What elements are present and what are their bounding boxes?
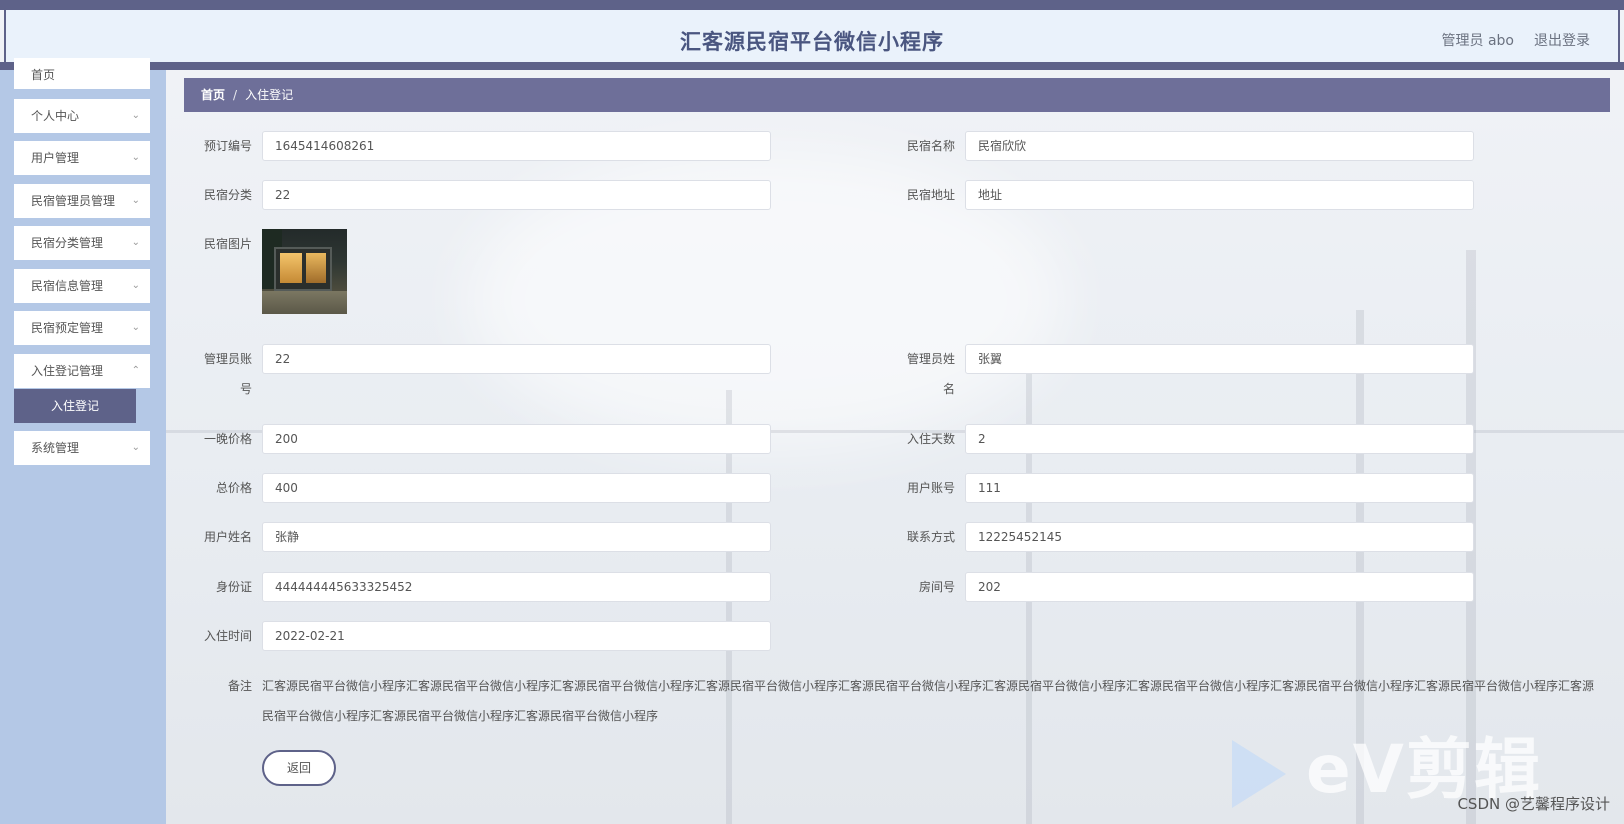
breadcrumb: 首页 / 入住登记 bbox=[184, 78, 1610, 112]
admin-name-label: 管理员姓 名 bbox=[885, 344, 955, 404]
admin-name-label-line2: 名 bbox=[942, 382, 955, 396]
sidebar-item-category-management[interactable]: 民宿分类管理 ⌄ bbox=[14, 226, 150, 260]
sidebar-item-home[interactable]: 首页 bbox=[14, 58, 150, 89]
chevron-down-icon: ⌄ bbox=[131, 152, 140, 163]
sidebar-item-label: 民宿分类管理 bbox=[31, 236, 104, 250]
order-no-label: 预订编号 bbox=[203, 139, 252, 153]
csdn-watermark: CSDN @艺馨程序设计 bbox=[1457, 795, 1610, 813]
homestay-image bbox=[262, 229, 347, 314]
checkin-time-field[interactable]: 2022-02-21 bbox=[262, 621, 771, 651]
room-no-label: 房间号 bbox=[918, 580, 955, 594]
admin-account-field[interactable]: 22 bbox=[262, 344, 771, 374]
total-price-field[interactable]: 400 bbox=[262, 473, 771, 503]
homestay-name-field[interactable]: 民宿欣欣 bbox=[965, 131, 1474, 161]
sidebar-item-personal-center[interactable]: 个人中心 ⌄ bbox=[14, 99, 150, 133]
category-field[interactable]: 22 bbox=[262, 180, 771, 210]
sidebar-subitem-checkin[interactable]: 入住登记 bbox=[14, 389, 136, 423]
app-header: 汇客源民宿平台微信小程序 管理员 abo 退出登录 bbox=[4, 8, 1620, 68]
sidebar-item-label: 民宿管理员管理 bbox=[31, 194, 116, 208]
checkin-time-label: 入住时间 bbox=[203, 629, 252, 643]
contact-field[interactable]: 12225452145 bbox=[965, 522, 1474, 552]
sidebar-item-label: 民宿信息管理 bbox=[31, 279, 104, 293]
user-name-label: 用户姓名 bbox=[203, 530, 252, 544]
night-price-field[interactable]: 200 bbox=[262, 424, 771, 454]
user-account-field[interactable]: 111 bbox=[965, 473, 1474, 503]
contact-label: 联系方式 bbox=[906, 530, 955, 544]
admin-account-label-line1: 管理员账 bbox=[203, 352, 252, 366]
sidebar-item-system-management[interactable]: 系统管理 ⌄ bbox=[14, 431, 150, 465]
chevron-up-icon: ⌃ bbox=[131, 365, 140, 376]
sidebar-item-label: 民宿预定管理 bbox=[31, 321, 104, 335]
address-field[interactable]: 地址 bbox=[965, 180, 1474, 210]
app-title: 汇客源民宿平台微信小程序 bbox=[680, 30, 944, 54]
header-bottom-edge bbox=[0, 62, 1624, 70]
sidebar-item-user-management[interactable]: 用户管理 ⌄ bbox=[14, 141, 150, 175]
total-price-label: 总价格 bbox=[215, 481, 252, 495]
admin-account-label-line2: 号 bbox=[239, 382, 252, 396]
chevron-down-icon: ⌄ bbox=[131, 442, 140, 453]
user-account-label: 用户账号 bbox=[906, 481, 955, 495]
id-card-label: 身份证 bbox=[215, 580, 252, 594]
sidebar-item-booking-management[interactable]: 民宿预定管理 ⌄ bbox=[14, 311, 150, 345]
breadcrumb-current: 入住登记 bbox=[245, 88, 294, 102]
remark-label: 备注 bbox=[227, 679, 252, 693]
user-name-field[interactable]: 张静 bbox=[262, 522, 771, 552]
current-user: 管理员 abo bbox=[1441, 33, 1514, 49]
image-label: 民宿图片 bbox=[203, 237, 252, 251]
breadcrumb-home[interactable]: 首页 bbox=[201, 88, 225, 102]
back-button[interactable]: 返回 bbox=[262, 750, 336, 786]
chevron-down-icon: ⌄ bbox=[131, 322, 140, 333]
order-no-field[interactable]: 1645414608261 bbox=[262, 131, 771, 161]
days-field[interactable]: 2 bbox=[965, 424, 1474, 454]
id-card-field[interactable]: 444444445633325452 bbox=[262, 572, 771, 602]
sidebar-item-label: 个人中心 bbox=[31, 109, 80, 123]
admin-name-label-line1: 管理员姓 bbox=[906, 352, 955, 366]
days-label: 入住天数 bbox=[906, 432, 955, 446]
sidebar-item-label: 入住登记管理 bbox=[31, 364, 104, 378]
address-label: 民宿地址 bbox=[906, 188, 955, 202]
chevron-down-icon: ⌄ bbox=[131, 195, 140, 206]
homestay-name-label: 民宿名称 bbox=[906, 139, 955, 153]
logout-link[interactable]: 退出登录 bbox=[1534, 30, 1590, 50]
admin-account-label: 管理员账 号 bbox=[182, 344, 252, 404]
chevron-down-icon: ⌄ bbox=[131, 280, 140, 291]
sidebar-item-label: 用户管理 bbox=[31, 151, 80, 165]
category-label: 民宿分类 bbox=[203, 188, 252, 202]
room-no-field[interactable]: 202 bbox=[965, 572, 1474, 602]
chevron-down-icon: ⌄ bbox=[131, 110, 140, 121]
admin-name-field[interactable]: 张翼 bbox=[965, 344, 1474, 374]
chevron-down-icon: ⌄ bbox=[131, 237, 140, 248]
breadcrumb-separator: / bbox=[233, 88, 238, 102]
sidebar-item-homestay-info-management[interactable]: 民宿信息管理 ⌄ bbox=[14, 269, 150, 303]
sidebar-item-homestay-admin-management[interactable]: 民宿管理员管理 ⌄ bbox=[14, 184, 150, 218]
sidebar-item-label: 首页 bbox=[31, 68, 56, 82]
play-logo-icon bbox=[1232, 739, 1286, 808]
night-price-label: 一晚价格 bbox=[203, 432, 252, 446]
sidebar-item-checkin-management[interactable]: 入住登记管理 ⌃ bbox=[14, 354, 150, 388]
sidebar-item-label: 系统管理 bbox=[31, 441, 80, 455]
